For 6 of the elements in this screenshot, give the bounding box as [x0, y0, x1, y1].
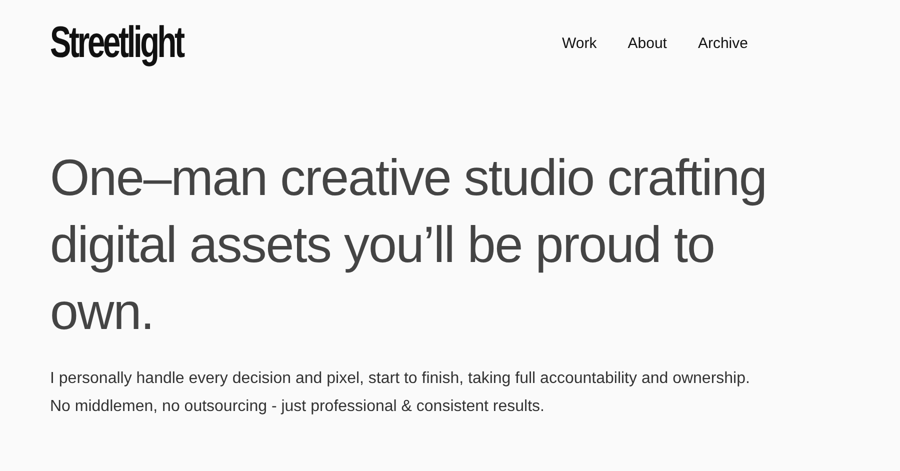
headline: One–man creative studio crafting digital assets you’ll be proud to own. [50, 148, 768, 342]
intro-paragraph: I personally handle every decision and pixel, start to finish, taking full accountability and ownership. No middlemen, no outsourcing - just professional & consistent results. [50, 369, 751, 417]
nav-link[interactable]: About [628, 34, 667, 52]
nav-link[interactable]: Work [562, 34, 597, 52]
nav-link[interactable]: Archive [698, 34, 748, 52]
logo[interactable]: Streetlight [50, 18, 183, 68]
